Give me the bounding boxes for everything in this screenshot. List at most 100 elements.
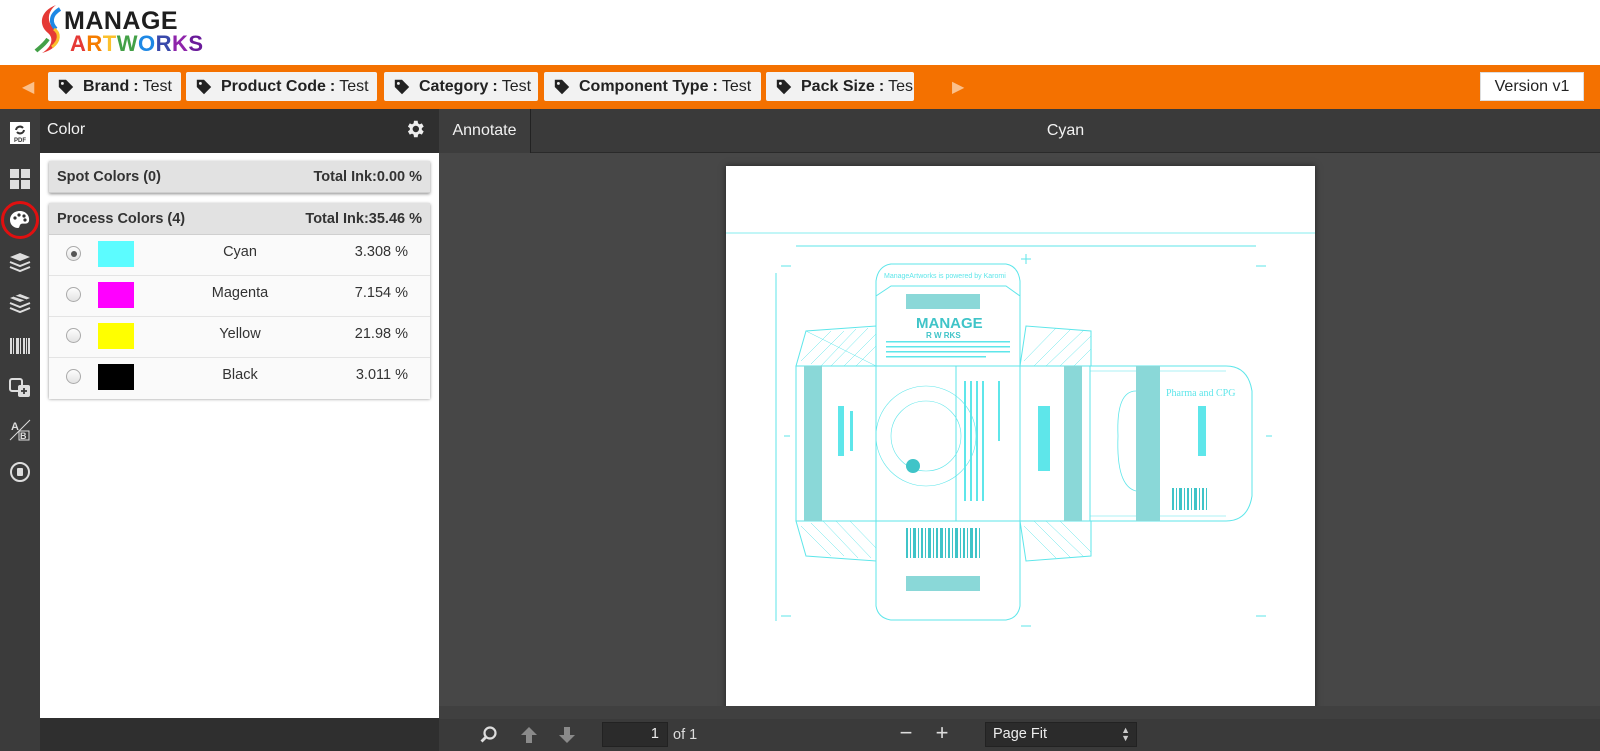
color-swatch xyxy=(98,323,134,349)
svg-text:R W RKS: R W RKS xyxy=(926,331,961,340)
tag-value: Test xyxy=(501,78,532,95)
color-name: Yellow xyxy=(219,326,261,342)
logo-text-bottom: ARTWORKS xyxy=(70,31,204,57)
spot-colors-header[interactable]: Spot Colors (0) Total Ink:0.00 % xyxy=(49,161,430,193)
color-radio[interactable] xyxy=(66,246,81,261)
metadata-tag-bar: ◀ Brand: Test Product Code: Test Category: Te… xyxy=(0,65,1600,109)
color-percentage: 3.011 % xyxy=(355,367,408,383)
compare-icon[interactable] xyxy=(4,372,36,404)
app-header: MANAGE ARTWORKS xyxy=(0,0,1600,65)
color-panel: Color Spot Colors (0) Total Ink:0.00 % P… xyxy=(40,109,439,751)
spot-colors-group: Spot Colors (0) Total Ink:0.00 % xyxy=(49,161,430,193)
color-radio[interactable] xyxy=(66,287,81,302)
logo[interactable]: MANAGE ARTWORKS xyxy=(34,3,204,59)
color-swatch xyxy=(98,282,134,308)
tag-separator: : xyxy=(712,78,718,95)
process-colors-label: Process Colors (4) xyxy=(57,211,186,227)
tag-value: Test xyxy=(721,78,752,95)
process-colors-group: Process Colors (4) Total Ink:35.46 % Cya… xyxy=(49,203,430,399)
spot-colors-label: Spot Colors (0) xyxy=(57,169,161,185)
triangle-left-icon[interactable]: ◀ xyxy=(22,77,34,97)
artwork-dieline: ManageArtworks is powered by Karomi MANA… xyxy=(726,232,1315,627)
arrow-up-icon[interactable] xyxy=(519,725,539,745)
separation-viewer: Annotate Cyan ManageArtworks is powered … xyxy=(439,109,1600,751)
text-compare-icon[interactable]: AB xyxy=(4,414,36,446)
color-name: Cyan xyxy=(223,244,257,260)
page-count-label: of 1 xyxy=(673,727,698,743)
select-caret-icon: ▲ ▼ xyxy=(1121,725,1130,743)
tag-key: Product Code xyxy=(221,78,326,95)
triangle-right-icon[interactable]: ▶ xyxy=(952,77,964,97)
svg-text:PDF: PDF xyxy=(14,138,26,144)
logo-letter: O xyxy=(138,31,156,56)
color-radio[interactable] xyxy=(66,369,81,384)
tag-value: Test xyxy=(142,78,172,95)
color-percentage: 3.308 % xyxy=(354,244,408,260)
zoom-select[interactable]: Page Fit ▲ ▼ xyxy=(985,722,1137,747)
tag-icon xyxy=(776,79,792,94)
annotate-button[interactable]: Annotate xyxy=(439,109,531,153)
gear-icon[interactable] xyxy=(404,118,426,140)
process-total-ink: Total Ink:35.46 % xyxy=(305,211,422,227)
search-icon[interactable] xyxy=(479,725,499,745)
grid-icon[interactable] xyxy=(4,163,36,195)
artwork-powered-text: ManageArtworks is powered by Karomi xyxy=(884,273,1006,280)
zoom-in-button[interactable]: + xyxy=(930,722,954,746)
barcode-icon[interactable] xyxy=(4,330,36,362)
zoom-out-button[interactable]: − xyxy=(894,722,918,746)
logo-letter: A xyxy=(70,31,87,56)
logo-letter: R xyxy=(86,31,103,56)
color-name: Black xyxy=(222,367,258,383)
page-number-input[interactable]: 1 xyxy=(602,722,668,747)
tag-value: Test xyxy=(339,78,369,95)
color-percentage: 21.98 % xyxy=(354,326,408,342)
logo-letter: R xyxy=(155,31,173,56)
layers-alt-icon[interactable] xyxy=(4,288,36,320)
logo-letter: W xyxy=(116,31,138,56)
metadata-tag[interactable]: Pack Size: Tes xyxy=(766,72,914,101)
tool-rail: PDF AB xyxy=(0,109,40,751)
color-name: Magenta xyxy=(211,285,269,301)
svg-text:Pharma and CPG: Pharma and CPG xyxy=(1166,388,1235,399)
metadata-tag[interactable]: Product Code: Test xyxy=(186,72,377,101)
color-row-black[interactable]: Black 3.011 % xyxy=(49,358,430,399)
color-percentage: 7.154 % xyxy=(354,285,408,301)
arrow-down-icon[interactable] xyxy=(557,725,577,745)
color-row-yellow[interactable]: Yellow 21.98 % xyxy=(49,317,430,358)
tag-separator: : xyxy=(492,78,498,95)
document-canvas[interactable]: ManageArtworks is powered by Karomi MANA… xyxy=(439,153,1600,706)
zoom-select-value: Page Fit xyxy=(993,726,1047,742)
tag-icon xyxy=(196,79,212,94)
viewer-header: Annotate Cyan xyxy=(439,109,1600,153)
spot-total-ink: Total Ink:0.00 % xyxy=(313,169,422,185)
color-row-cyan[interactable]: Cyan 3.308 % xyxy=(49,235,430,276)
metadata-tag[interactable]: Component Type: Test xyxy=(544,72,761,101)
panel-title: Color xyxy=(47,121,86,138)
tag-separator: : xyxy=(133,78,139,95)
tag-icon xyxy=(394,79,410,94)
tag-value: Tes xyxy=(888,78,914,95)
tag-key: Category xyxy=(419,78,489,95)
metadata-tag[interactable]: Category: Test xyxy=(384,72,538,101)
tag-icon xyxy=(554,79,570,94)
color-radio[interactable] xyxy=(66,328,81,343)
tag-separator: : xyxy=(878,78,885,95)
process-colors-header[interactable]: Process Colors (4) Total Ink:35.46 % xyxy=(49,203,430,235)
svg-text:MANAGE: MANAGE xyxy=(916,315,983,332)
svg-text:A: A xyxy=(11,421,19,433)
color-swatch xyxy=(98,364,134,390)
version-button[interactable]: Version v1 xyxy=(1480,72,1584,101)
panel-header: Color xyxy=(40,109,439,153)
tag-key: Pack Size xyxy=(801,78,875,95)
tag-separator: : xyxy=(329,78,336,95)
tag-icon xyxy=(58,79,74,94)
metadata-tag[interactable]: Brand: Test xyxy=(48,72,181,101)
logo-letter: S xyxy=(188,31,204,56)
pdf-refresh-icon[interactable]: PDF xyxy=(4,117,36,149)
layers-icon[interactable] xyxy=(4,246,36,278)
record-icon[interactable] xyxy=(4,456,36,488)
logo-letter: K xyxy=(172,31,189,56)
color-row-magenta[interactable]: Magenta 7.154 % xyxy=(49,276,430,317)
separation-title: Cyan xyxy=(1046,122,1085,139)
panel-footer xyxy=(40,718,439,751)
